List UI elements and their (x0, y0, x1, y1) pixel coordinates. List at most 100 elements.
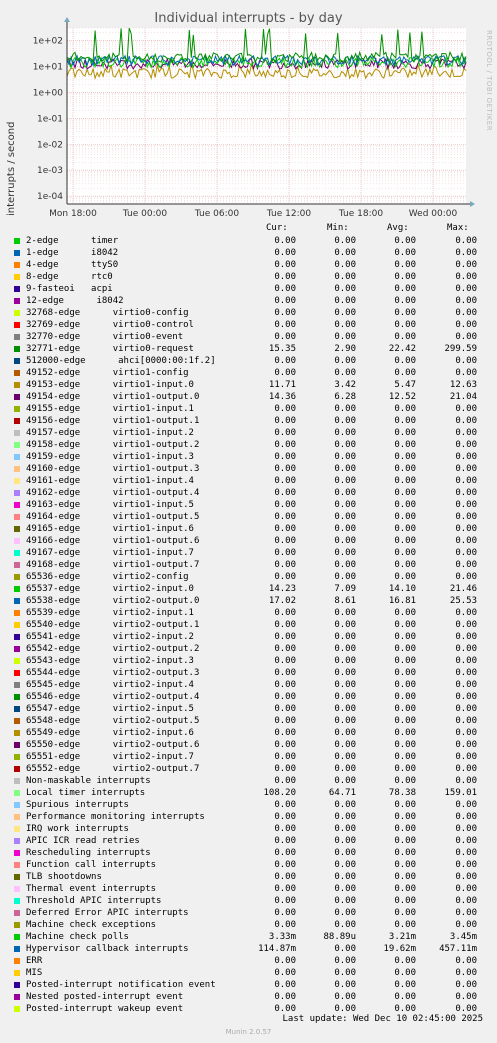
legend-max-value: 21.04 (449, 392, 477, 402)
legend-series-name: 32771-edge virtio0-request (26, 344, 194, 354)
legend-swatch (14, 634, 20, 640)
legend-min-value: 0.00 (334, 632, 356, 642)
legend-min-value: 0.00 (334, 896, 356, 906)
legend-row: Non-maskable interrupts 0.00 0.00 0.00 0.00 (0, 775, 497, 787)
legend-avg-value: 0.00 (394, 440, 416, 450)
legend-min-value: 0.00 (334, 704, 356, 714)
legend-row: 49156-edge virtio1-output.1 0.00 0.00 0.00 0… (0, 415, 497, 427)
legend-cur-value: 17.02 (268, 596, 296, 606)
legend-max-value: 0.00 (455, 284, 477, 294)
legend-cur-value: 0.00 (274, 548, 296, 558)
legend-cur-value: 0.00 (274, 608, 296, 618)
legend-swatch (14, 610, 20, 616)
legend-max-value: 0.00 (455, 620, 477, 630)
legend-min-value: 0.00 (334, 524, 356, 534)
legend-cur-value: 0.00 (274, 728, 296, 738)
legend-cur-value: 0.00 (274, 236, 296, 246)
legend-max-value: 0.00 (455, 752, 477, 762)
legend-min-value: 0.00 (334, 284, 356, 294)
legend-row: 65538-edge virtio2-output.0 17.02 8.61 16.8… (0, 595, 497, 607)
y-tick-label: 1e-03 (37, 166, 63, 176)
legend-avg-value: 0.00 (394, 848, 416, 858)
legend-row: 65544-edge virtio2-output.3 0.00 0.00 0.00 0… (0, 667, 497, 679)
legend-cur-value: 0.00 (274, 776, 296, 786)
legend-max-value: 0.00 (455, 428, 477, 438)
legend-swatch (14, 310, 20, 316)
legend-max-value: 0.00 (455, 668, 477, 678)
legend-swatch (14, 574, 20, 580)
legend-series-name: 49154-edge virtio1-output.0 (26, 392, 200, 402)
legend-cur-value: 0.00 (274, 620, 296, 630)
legend-series-name: 65552-edge virtio2-output.7 (26, 764, 200, 774)
legend-swatch (14, 586, 20, 592)
legend-row: TLB shootdowns 0.00 0.00 0.00 0.00 (0, 871, 497, 883)
legend-avg-value: 0.00 (394, 884, 416, 894)
legend-cur-value: 0.00 (274, 860, 296, 870)
legend-row: 49153-edge virtio1-input.0 11.71 3.42 5.47 1… (0, 379, 497, 391)
legend-cur-value: 0.00 (274, 992, 296, 1002)
legend-series-name: 49157-edge virtio1-input.2 (26, 428, 194, 438)
legend-series-name: 65536-edge virtio2-config (26, 572, 189, 582)
legend-min-value: 0.00 (334, 416, 356, 426)
legend-min-value: 0.00 (334, 884, 356, 894)
legend-series-name: 2-edge timer (26, 236, 119, 246)
legend-swatch (14, 910, 20, 916)
legend-row: Spurious interrupts 0.00 0.00 0.00 0.00 (0, 799, 497, 811)
legend-avg-value: 0.00 (394, 680, 416, 690)
legend-cur-value: 0.00 (274, 644, 296, 654)
legend-cur-value: 0.00 (274, 968, 296, 978)
legend-series-name: Rescheduling interrupts (26, 848, 151, 858)
legend-max-value: 0.00 (455, 464, 477, 474)
legend-row: 49168-edge virtio1-output.7 0.00 0.00 0.00 0… (0, 559, 497, 571)
legend-avg-value: 78.38 (388, 788, 416, 798)
legend-swatch (14, 670, 20, 676)
legend-swatch (14, 1006, 20, 1012)
legend-series-name: 65537-edge virtio2-input.0 (26, 584, 194, 594)
legend-cur-value: 14.36 (268, 392, 296, 402)
legend-row: 32770-edge virtio0-event 0.00 0.00 0.00 0.00 (0, 331, 497, 343)
legend-min-value: 3.42 (334, 380, 356, 390)
legend-swatch (14, 886, 20, 892)
legend-max-value: 12.63 (449, 380, 477, 390)
legend-series-name: 65544-edge virtio2-output.3 (26, 668, 200, 678)
legend-min-value: 0.00 (334, 668, 356, 678)
legend-max-value: 0.00 (455, 644, 477, 654)
legend-row: 65536-edge virtio2-config 0.00 0.00 0.00 0.0… (0, 571, 497, 583)
legend-max-value: 0.00 (455, 308, 477, 318)
legend-max-value: 0.00 (455, 824, 477, 834)
legend-row: Performance monitoring interrupts 0.00 0.0… (0, 811, 497, 823)
legend-cur-value: 0.00 (274, 752, 296, 762)
x-tick-label: Tue 00:00 (122, 209, 167, 219)
legend-min-value: 0.00 (334, 740, 356, 750)
x-axis-arrow (470, 201, 475, 207)
legend-min-value: 0.00 (334, 836, 356, 846)
legend-max-value: 0.00 (455, 404, 477, 414)
legend-swatch (14, 838, 20, 844)
legend-swatch (14, 718, 20, 724)
legend-avg-value: 5.47 (394, 380, 416, 390)
legend-max-value: 299.59 (444, 344, 477, 354)
legend-series-name: Machine check polls (26, 932, 129, 942)
legend-row: 65540-edge virtio2-output.1 0.00 0.00 0.00 0… (0, 619, 497, 631)
legend-max-value: 0.00 (455, 656, 477, 666)
legend-cur-value: 0.00 (274, 404, 296, 414)
legend-min-value: 0.00 (334, 440, 356, 450)
legend-cur-value: 0.00 (274, 476, 296, 486)
legend-series-name: 65550-edge virtio2-output.6 (26, 740, 200, 750)
legend-avg-value: 0.00 (394, 956, 416, 966)
legend-max-value: 0.00 (455, 548, 477, 558)
legend-avg-value: 0.00 (394, 668, 416, 678)
x-tick-label: Tue 18:00 (338, 209, 383, 219)
legend-series-name: 65549-edge virtio2-input.6 (26, 728, 194, 738)
legend-swatch (14, 490, 20, 496)
legend-cur-value: 0.00 (274, 452, 296, 462)
legend-min-value: 0.00 (334, 764, 356, 774)
legend-avg-value: 16.81 (388, 596, 416, 606)
legend-cur-value: 0.00 (274, 740, 296, 750)
legend-min-value: 2.90 (334, 344, 356, 354)
legend-min-value: 0.00 (334, 944, 356, 954)
legend-max-value: 0.00 (455, 968, 477, 978)
legend-series-name: APIC ICR read retries (26, 836, 140, 846)
legend-avg-value: 0.00 (394, 608, 416, 618)
legend-avg-value: 0.00 (394, 896, 416, 906)
